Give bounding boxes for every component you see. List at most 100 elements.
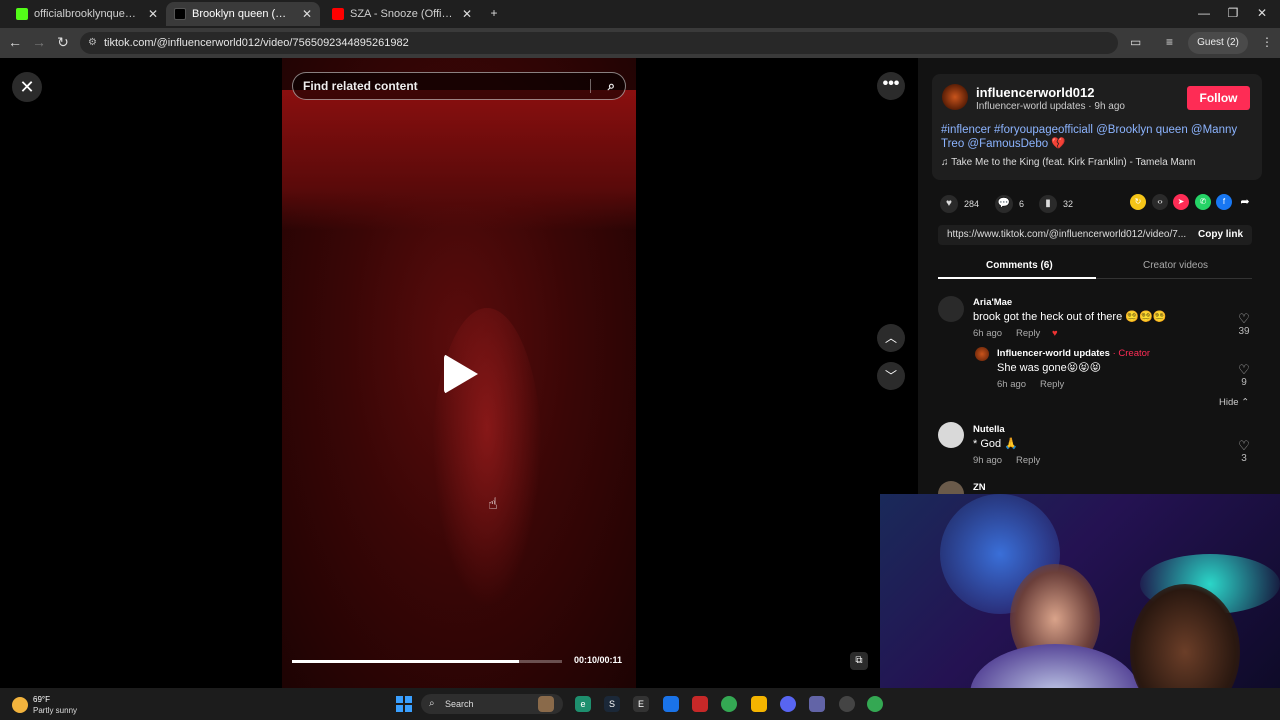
comment-text: * God 🙏: [973, 438, 1018, 450]
browser-tab-kick[interactable]: officialbrooklynqueen Stream - ✕: [8, 2, 166, 26]
hand-cursor-icon: ☝: [488, 496, 498, 513]
video-frame-light: [282, 90, 636, 230]
teams-icon[interactable]: [809, 696, 825, 712]
address-toolbar: ← → ↻ ⚙ tiktok.com/@influencerworld012/v…: [0, 28, 1280, 58]
like-stat[interactable]: ♥ 284: [940, 195, 979, 213]
new-tab-icon[interactable]: +: [484, 6, 504, 20]
chrome-icon[interactable]: [721, 696, 737, 712]
share-link-text: https://www.tiktok.com/@influencerworld0…: [947, 229, 1187, 240]
reply-time: 6h ago: [997, 379, 1027, 390]
repost-icon[interactable]: ↻: [1130, 194, 1146, 210]
partly-sunny-icon[interactable]: [12, 697, 28, 713]
reply-link[interactable]: Reply: [1016, 328, 1040, 339]
copilot-icon[interactable]: [538, 696, 554, 712]
music-note-icon: ♫: [941, 157, 952, 168]
like-count: 284: [964, 199, 980, 209]
heart-outline-icon[interactable]: ♡: [1234, 439, 1254, 453]
comment-like[interactable]: ♡ 3: [1234, 439, 1254, 465]
share-arrow-icon[interactable]: ➦: [1237, 194, 1253, 210]
reload-icon[interactable]: ↻: [54, 34, 72, 51]
related-content-search[interactable]: Find related content ⌕: [292, 72, 626, 100]
music-info[interactable]: ♫ Take Me to the King (feat. Kirk Frankl…: [941, 157, 1195, 168]
tab-search-icon[interactable]: ≡: [1166, 35, 1173, 49]
close-tab-icon[interactable]: ✕: [462, 7, 472, 21]
menu-icon[interactable]: ⋮: [1261, 35, 1273, 49]
forward-icon[interactable]: →: [30, 34, 48, 50]
reply-avatar[interactable]: [975, 347, 989, 361]
more-options-button[interactable]: •••: [877, 72, 905, 100]
send-icon[interactable]: ➤: [1173, 194, 1189, 210]
reply-link[interactable]: Reply: [1016, 455, 1040, 466]
comment-icon[interactable]: 💬: [995, 195, 1013, 213]
taskbar-search-label: Search: [445, 699, 474, 709]
embed-icon[interactable]: ‹›: [1152, 194, 1168, 210]
comment-avatar[interactable]: [938, 422, 964, 448]
heart-outline-icon[interactable]: ♡: [1234, 363, 1254, 377]
video-progress-bar[interactable]: [292, 660, 562, 663]
author-username[interactable]: influencerworld012: [976, 85, 1094, 100]
reply-author[interactable]: Influencer-world updates · Creator: [997, 348, 1150, 359]
search-icon: ⌕: [429, 698, 435, 709]
active-tab-indicator: [938, 277, 1096, 279]
comment-author[interactable]: ZN: [973, 482, 986, 493]
previous-video-button[interactable]: ︿: [877, 324, 905, 352]
copy-link-button[interactable]: Copy link: [1198, 229, 1243, 240]
save-stat[interactable]: ▮ 32: [1039, 195, 1073, 213]
edge-icon[interactable]: e: [575, 696, 591, 712]
back-icon[interactable]: ←: [6, 34, 24, 50]
bookmark-icon[interactable]: ▮: [1039, 195, 1057, 213]
app-icon[interactable]: [663, 696, 679, 712]
minimize-icon[interactable]: —: [1194, 6, 1214, 20]
close-video-button[interactable]: ✕: [12, 72, 42, 102]
comment-author[interactable]: Aria'Mae: [973, 297, 1012, 308]
tab-title: SZA - Snooze (Official Video) -: [350, 8, 456, 20]
author-avatar[interactable]: [942, 84, 968, 110]
app-red-icon[interactable]: [692, 696, 708, 712]
close-tab-icon[interactable]: ✕: [148, 7, 158, 21]
chrome-icon[interactable]: [867, 696, 883, 712]
browser-tab-tiktok[interactable]: Brooklyn queen (@brooklyn ✕: [166, 2, 320, 26]
comment-author[interactable]: Nutella: [973, 424, 1005, 435]
heart-outline-icon[interactable]: ♡: [1234, 312, 1254, 326]
facebook-icon[interactable]: f: [1216, 194, 1232, 210]
comment-avatar[interactable]: [938, 296, 964, 322]
file-explorer-icon[interactable]: [751, 696, 767, 712]
mini-player-icon[interactable]: ⧉: [850, 652, 868, 670]
cast-icon[interactable]: ▭: [1130, 35, 1141, 49]
hide-replies-button[interactable]: Hide ⌃: [1219, 397, 1249, 408]
discord-icon[interactable]: [780, 696, 796, 712]
heart-icon[interactable]: ♥: [940, 195, 958, 213]
url-input[interactable]: ⚙ tiktok.com/@influencerworld012/video/7…: [80, 32, 1118, 54]
app-icon[interactable]: [839, 696, 855, 712]
follow-button[interactable]: Follow: [1187, 86, 1250, 110]
reply-link[interactable]: Reply: [1040, 379, 1064, 390]
weather-temp: 69°F: [33, 695, 50, 704]
browser-tab-bar: officialbrooklynqueen Stream - ✕ Brookly…: [0, 0, 1280, 28]
webcam-overlay: [880, 494, 1280, 720]
tab-comments[interactable]: Comments (6): [986, 260, 1053, 271]
search-placeholder: Find related content: [303, 79, 418, 93]
progress-fill: [292, 660, 519, 663]
close-tab-icon[interactable]: ✕: [302, 7, 312, 21]
post-description-text[interactable]: #inflencer #foryoupageofficiall @Brookly…: [941, 124, 1237, 150]
epic-games-icon[interactable]: E: [633, 696, 649, 712]
comment-stat[interactable]: 💬 6: [995, 195, 1024, 213]
music-title: Take Me to the King (feat. Kirk Franklin…: [951, 157, 1196, 168]
next-video-button[interactable]: ﹀: [877, 362, 905, 390]
browser-tab-youtube[interactable]: SZA - Snooze (Official Video) - ✕: [324, 2, 480, 26]
profile-button[interactable]: Guest (2): [1188, 32, 1248, 54]
site-info-icon[interactable]: ⚙: [88, 32, 97, 54]
tab-creator-videos[interactable]: Creator videos: [1143, 260, 1208, 271]
reply-like[interactable]: ♡ 9: [1234, 363, 1254, 389]
search-icon[interactable]: ⌕: [608, 73, 615, 99]
whatsapp-icon[interactable]: ✆: [1195, 194, 1211, 210]
comment-time: 9h ago: [973, 455, 1003, 466]
reply-like-count: 9: [1241, 377, 1247, 388]
steam-icon[interactable]: S: [604, 696, 620, 712]
comment-like[interactable]: ♡ 39: [1234, 312, 1254, 338]
windows-start-icon[interactable]: [396, 696, 412, 712]
play-icon[interactable]: [444, 354, 478, 394]
restore-icon[interactable]: ❐: [1223, 6, 1243, 20]
close-window-icon[interactable]: ✕: [1252, 6, 1272, 20]
post-description: #inflencer #foryoupageofficiall @Brookly…: [941, 123, 1241, 151]
